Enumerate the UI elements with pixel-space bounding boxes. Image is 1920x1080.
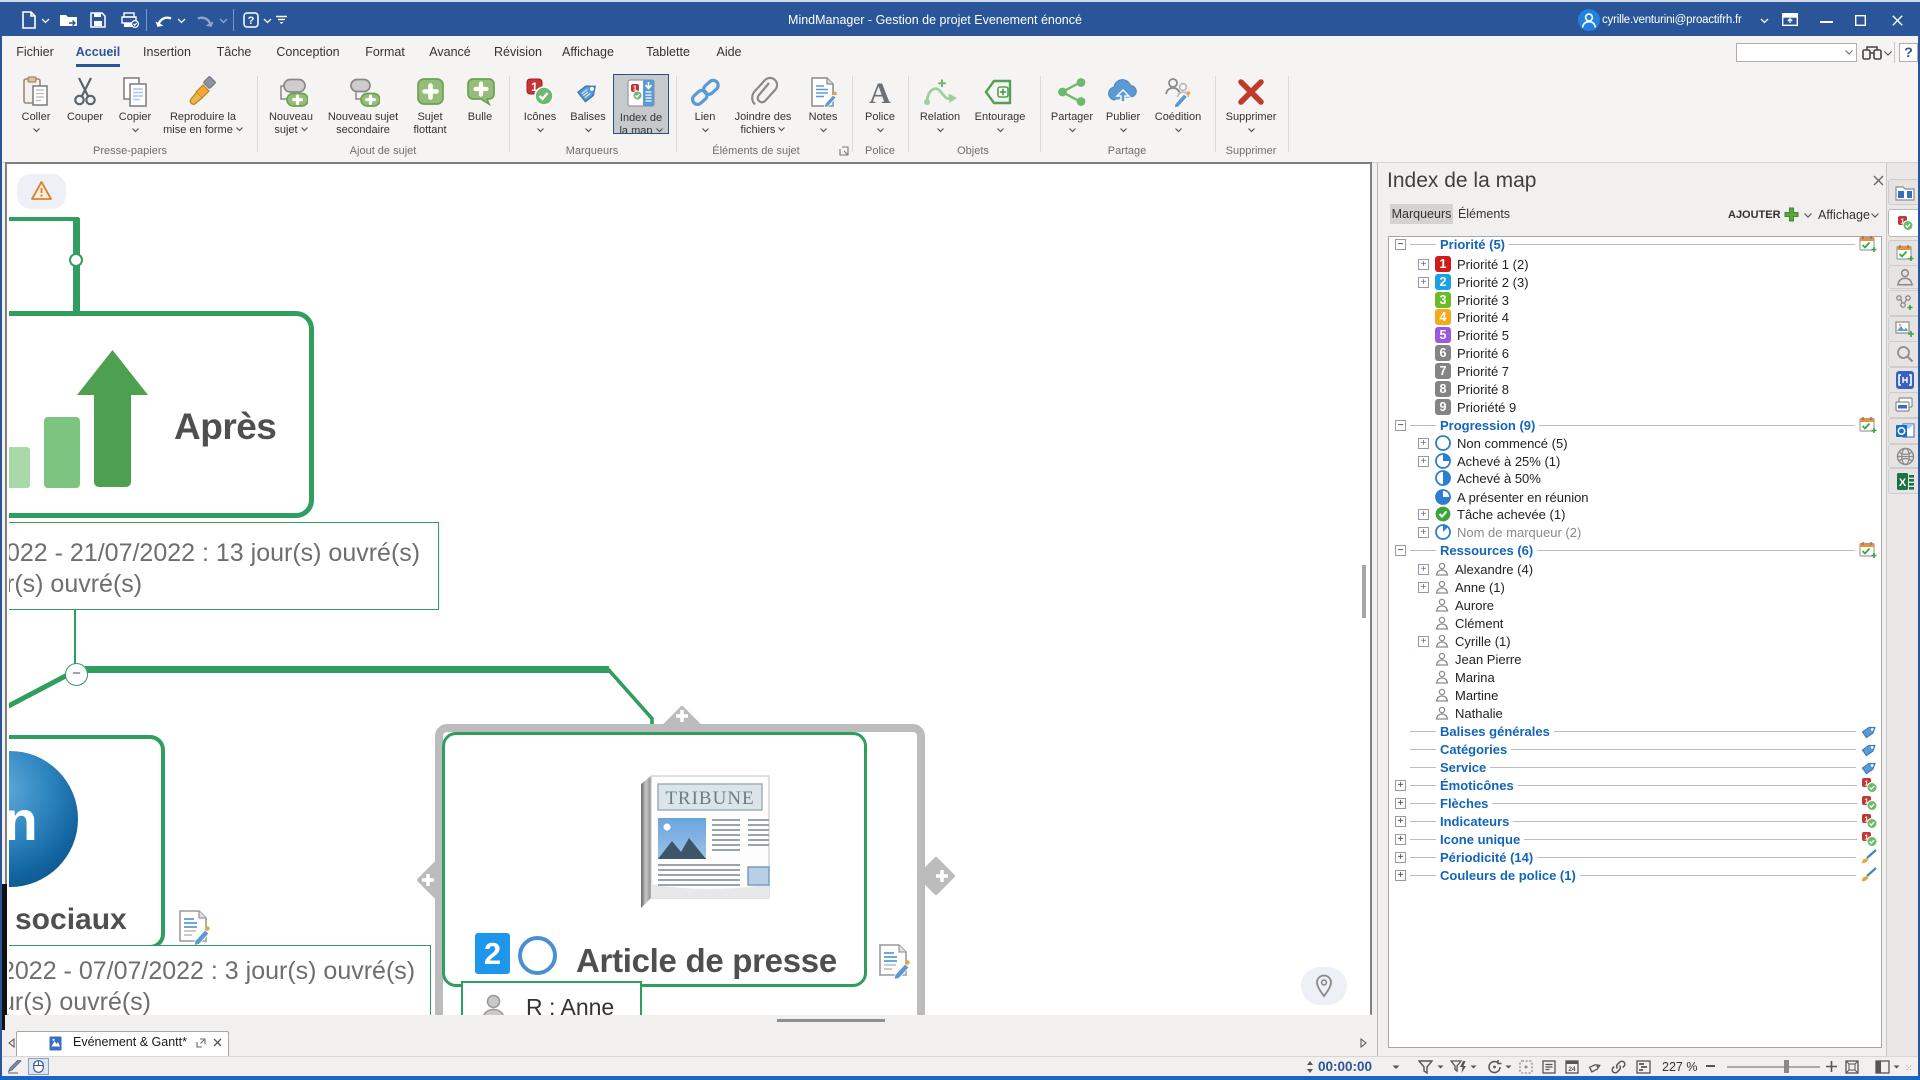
svg-text:24: 24 [1568,1066,1576,1073]
svg-text:?: ? [248,15,255,27]
svg-text:TRIBUNE: TRIBUNE [665,788,754,809]
svg-text:A: A [869,77,891,108]
svg-text:X: X [1898,477,1906,489]
